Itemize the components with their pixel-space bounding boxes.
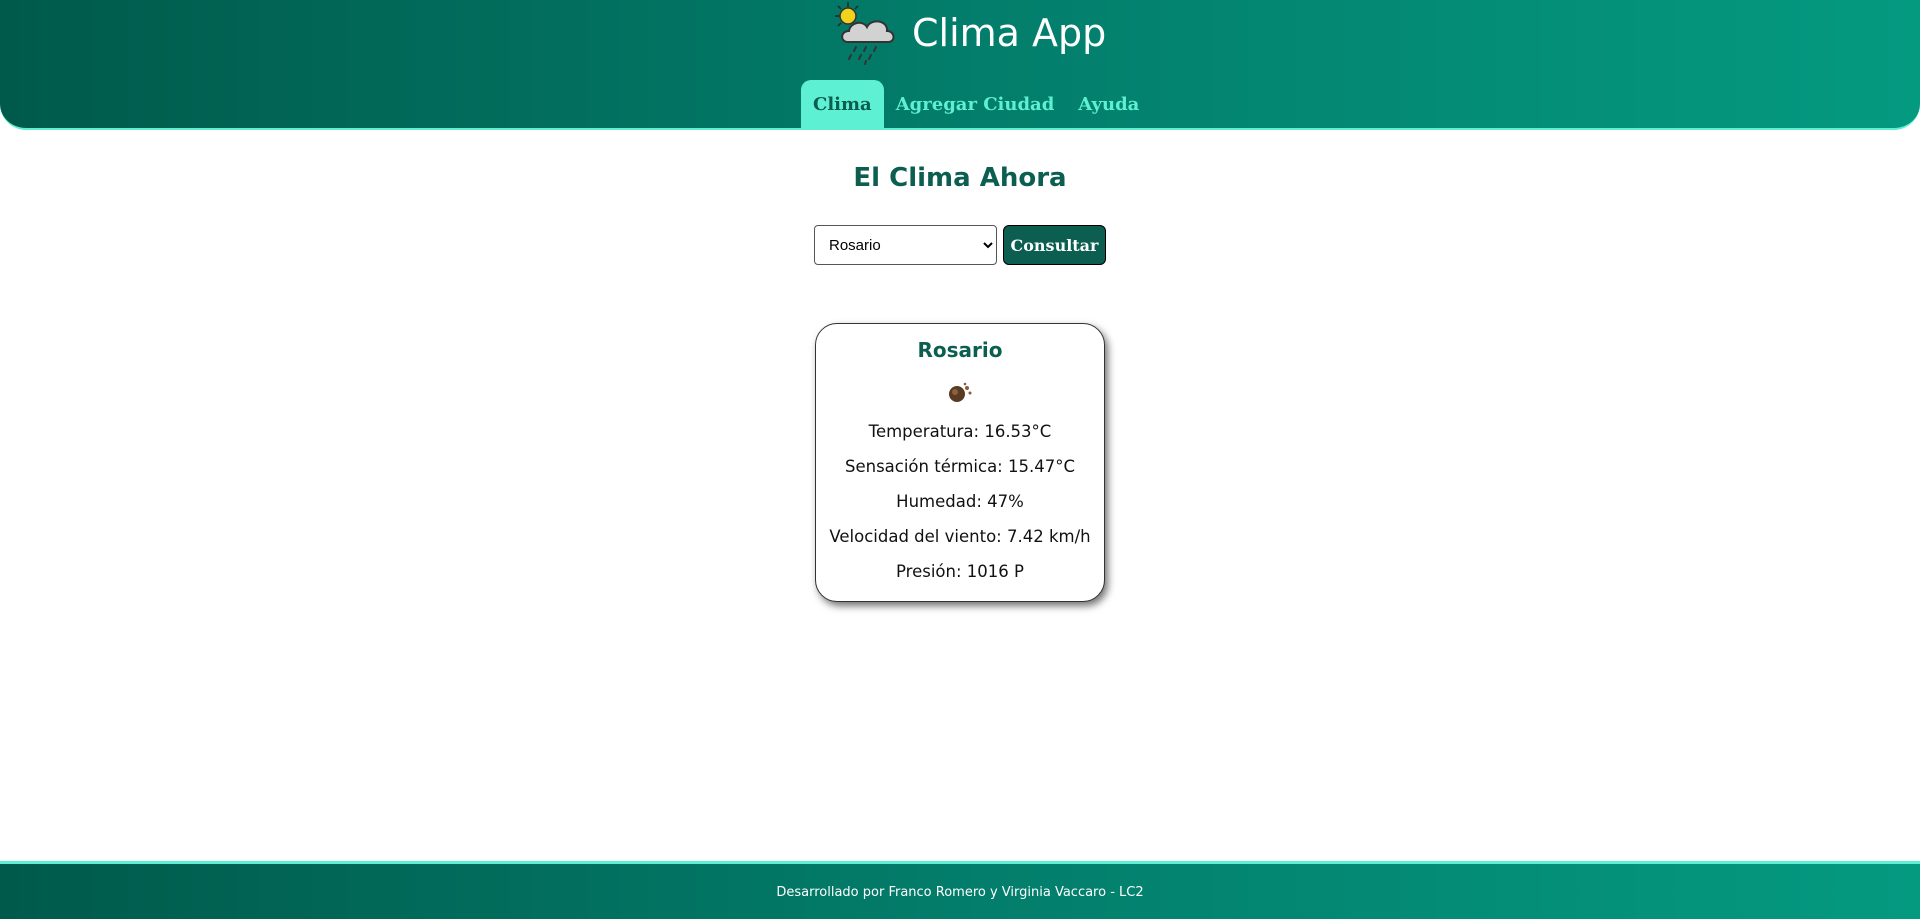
wind-speed-text: Velocidad del viento: 7.42 km/h [829, 527, 1091, 546]
footer-credits: Desarrollado por Franco Romero y Virgini… [776, 885, 1144, 900]
feels-like-text: Sensación térmica: 15.47°C [844, 457, 1075, 476]
main-nav: Clima Agregar Ciudad Ayuda [801, 80, 1151, 130]
weather-condition-icon [949, 382, 972, 402]
tab-ayuda[interactable]: Ayuda [1066, 80, 1151, 130]
consult-button[interactable]: Consultar [1003, 225, 1106, 265]
app-footer: Desarrollado por Franco Romero y Virgini… [0, 861, 1920, 919]
card-city-name: Rosario [917, 338, 1003, 362]
weather-card: Rosario Temperatura: 16.53°C Sensación t… [815, 323, 1105, 602]
app-title: Clima App [912, 11, 1107, 55]
city-select[interactable]: Rosario [814, 225, 997, 265]
temperature-text: Temperatura: 16.53°C [868, 422, 1052, 441]
humidity-text: Humedad: 47% [896, 492, 1024, 511]
page-title: El Clima Ahora [853, 163, 1067, 193]
tab-agregar-ciudad[interactable]: Agregar Ciudad [884, 80, 1067, 130]
sun-cloud-rain-icon [835, 2, 895, 65]
tab-clima[interactable]: Clima [801, 80, 884, 130]
pressure-text: Presión: 1016 P [896, 562, 1024, 581]
app-header: Clima App Clima Agregar Ciudad Ayuda [0, 0, 1920, 130]
brand: Clima App [830, 0, 1106, 66]
